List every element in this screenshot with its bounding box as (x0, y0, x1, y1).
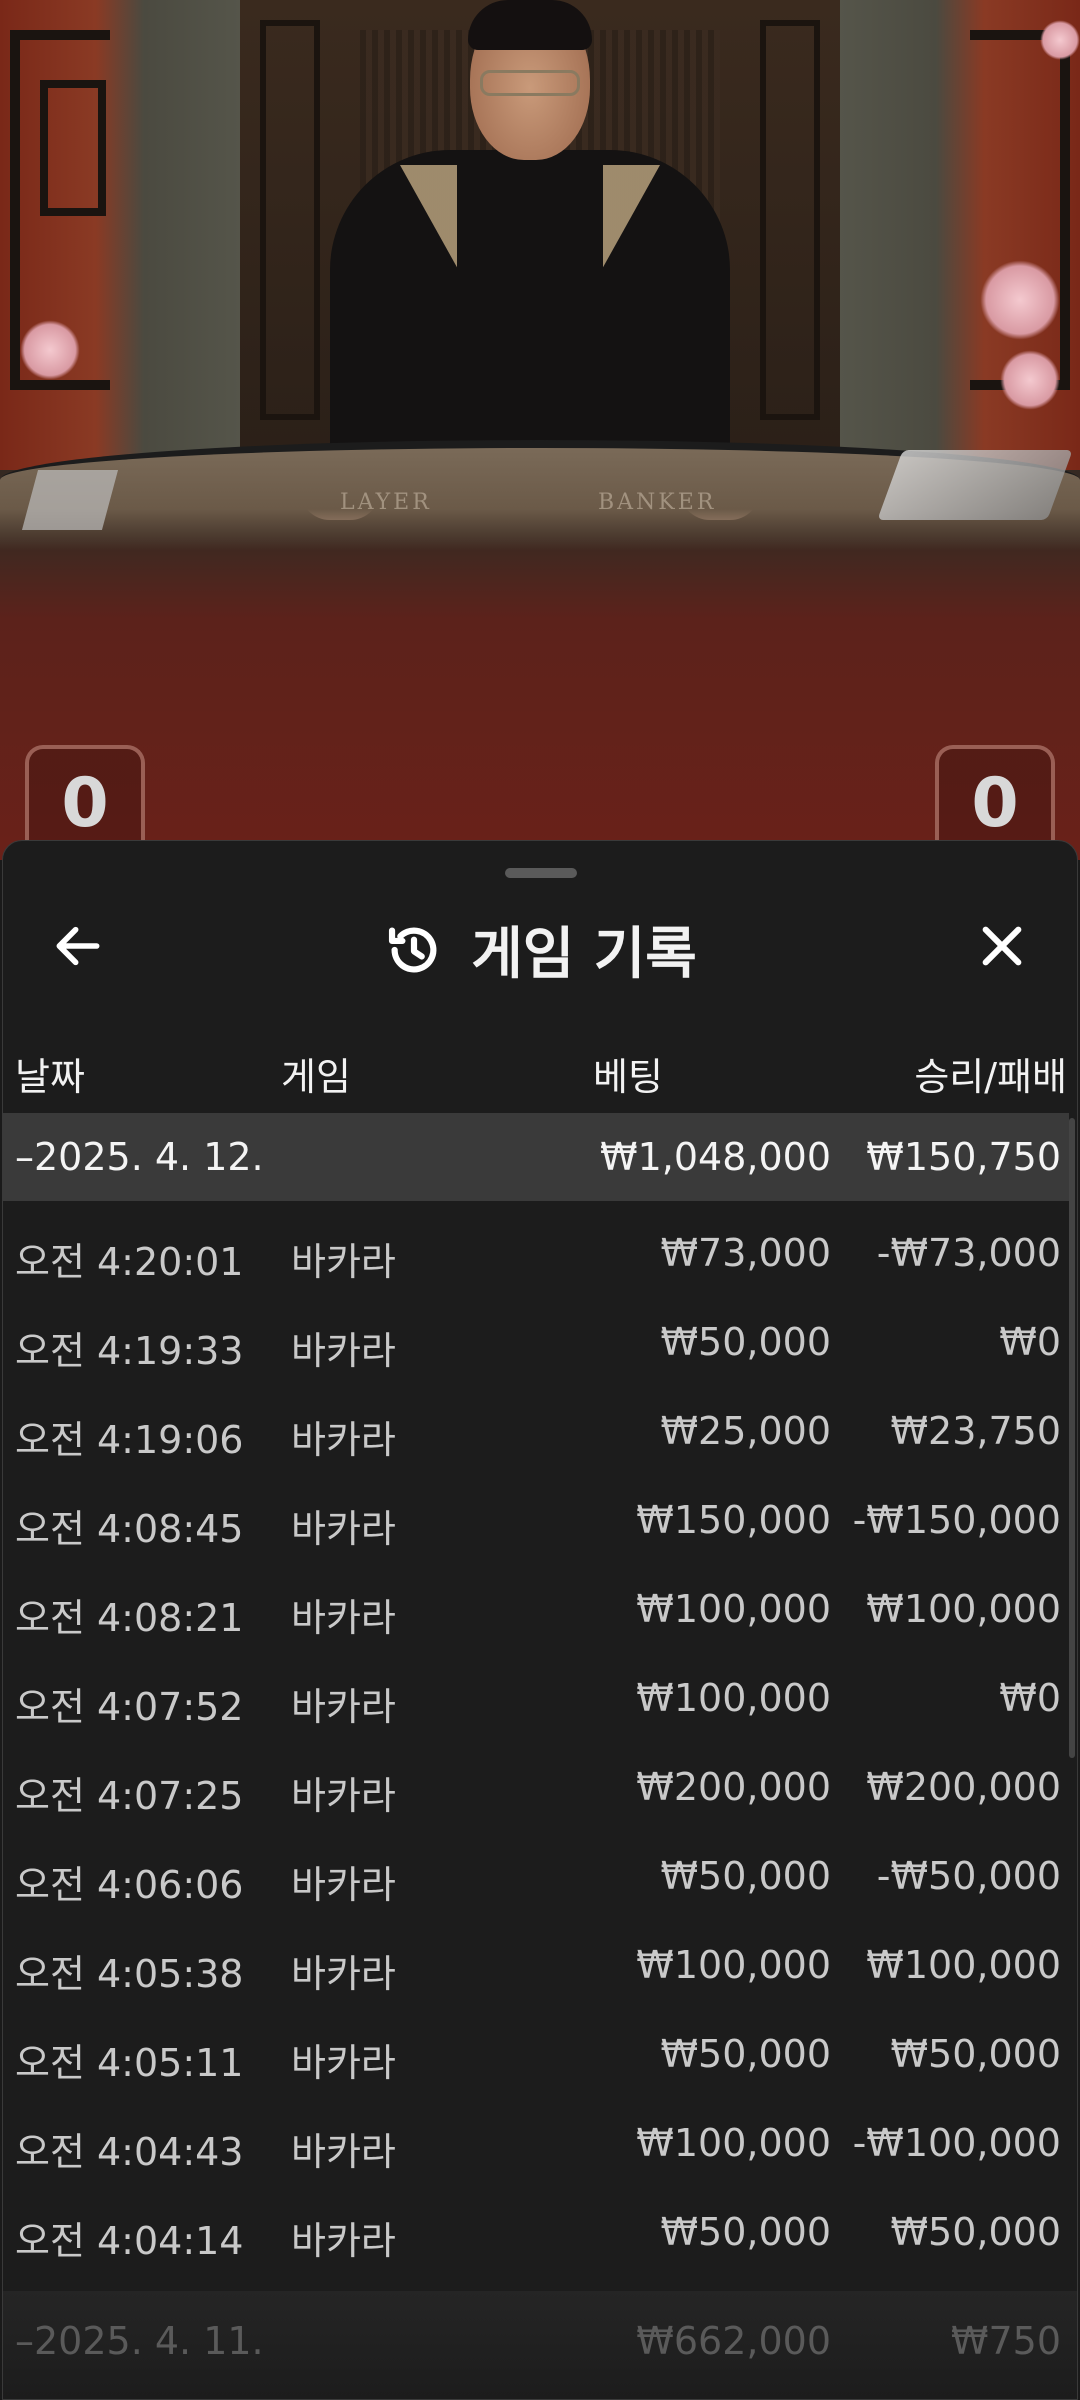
day-total-bet: ₩1,048,000 (600, 1135, 831, 1179)
history-row[interactable]: 오전 4:07:25 바카라 ₩200,000 ₩200,000 (3, 1743, 1069, 1832)
history-icon (389, 927, 437, 972)
history-list: –2025. 4. 12. ₩1,048,000 ₩150,750 오전 4:2… (3, 1113, 1069, 2277)
drag-handle[interactable] (505, 868, 577, 878)
row-time: 오전 4:04:43 (15, 2130, 244, 2174)
row-time: 오전 4:20:01 (15, 1240, 244, 1284)
card-shoe (877, 450, 1073, 520)
row-time: 오전 4:08:45 (15, 1507, 244, 1551)
row-game: 바카라 (291, 1329, 396, 1373)
day-summary-row[interactable]: –2025. 4. 12. ₩1,048,000 ₩150,750 (3, 1113, 1069, 1201)
history-row[interactable]: 오전 4:05:38 바카라 ₩100,000 ₩100,000 (3, 1921, 1069, 2010)
row-game: 바카라 (291, 1685, 396, 1729)
day-total-bet: ₩662,000 (636, 2319, 831, 2363)
wall-left (0, 0, 240, 470)
column-header-win-loss: 승리/패배 (914, 1055, 1067, 1099)
row-bet: ₩100,000 (636, 1676, 831, 1720)
history-row[interactable]: 오전 4:20:01 바카라 ₩73,000 -₩73,000 (3, 1209, 1069, 1298)
row-win-loss: ₩100,000 (866, 1943, 1061, 1987)
column-header-game: 게임 (281, 1055, 351, 1099)
row-time: 오전 4:07:25 (15, 1774, 244, 1818)
row-bet: ₩50,000 (660, 2032, 831, 2076)
row-time: 오전 4:05:11 (15, 2041, 244, 2085)
row-game: 바카라 (291, 1240, 396, 1284)
row-bet: ₩50,000 (660, 2210, 831, 2254)
row-game: 바카라 (291, 1863, 396, 1907)
game-history-sheet: 게임 기록 날짜 게임 베팅 승리/패배 –2025. 4. 12. ₩1,04… (2, 840, 1078, 2400)
sheet-title-group: 게임 기록 (3, 909, 1077, 990)
sheet-title: 게임 기록 (471, 922, 697, 987)
row-win-loss: ₩200,000 (866, 1765, 1061, 1809)
row-bet: ₩50,000 (660, 1320, 831, 1364)
row-bet: ₩73,000 (660, 1231, 831, 1275)
history-row[interactable]: 오전 4:08:21 바카라 ₩100,000 ₩100,000 (3, 1565, 1069, 1654)
row-time: 오전 4:06:06 (15, 1863, 244, 1907)
player-score: 0 (25, 745, 145, 855)
close-icon (982, 926, 1022, 966)
row-time: 오전 4:19:06 (15, 1418, 244, 1462)
history-row[interactable]: 오전 4:04:43 바카라 ₩100,000 -₩100,000 (3, 2099, 1069, 2188)
day-total-win-loss: ₩150,750 (866, 1135, 1061, 1179)
row-win-loss: -₩73,000 (876, 1231, 1061, 1275)
table-label-player: LAYER (340, 490, 432, 515)
row-bet: ₩100,000 (636, 1587, 831, 1631)
banker-score: 0 (935, 745, 1055, 855)
row-game: 바카라 (291, 1507, 396, 1551)
day-total-win-loss: ₩750 (950, 2319, 1061, 2363)
table-header: 날짜 게임 베팅 승리/패배 (3, 1046, 1077, 1106)
row-win-loss: ₩50,000 (890, 2032, 1061, 2076)
day-date: –2025. 4. 12. (15, 1135, 264, 1179)
history-row[interactable]: 오전 4:06:06 바카라 ₩50,000 -₩50,000 (3, 1832, 1069, 1921)
history-row[interactable]: 오전 4:19:06 바카라 ₩25,000 ₩23,750 (3, 1387, 1069, 1476)
live-dealer-video: LAYER BANKER 0 0 (0, 0, 1080, 860)
row-time: 오전 4:08:21 (15, 1596, 244, 1640)
day-summary-row-next[interactable]: –2025. 4. 11. ₩662,000 ₩750 (3, 2291, 1077, 2399)
row-win-loss: ₩50,000 (890, 2210, 1061, 2254)
row-bet: ₩100,000 (636, 1943, 831, 1987)
table-label-banker: BANKER (598, 490, 717, 515)
history-row[interactable]: 오전 4:08:45 바카라 ₩150,000 -₩150,000 (3, 1476, 1069, 1565)
history-row[interactable]: 오전 4:07:52 바카라 ₩100,000 ₩0 (3, 1654, 1069, 1743)
row-bet: ₩100,000 (636, 2121, 831, 2165)
row-bet: ₩25,000 (660, 1409, 831, 1453)
row-win-loss: ₩100,000 (866, 1587, 1061, 1631)
row-game: 바카라 (291, 2041, 396, 2085)
history-row[interactable]: 오전 4:05:11 바카라 ₩50,000 ₩50,000 (3, 2010, 1069, 2099)
row-win-loss: -₩150,000 (852, 1498, 1061, 1542)
sheet-header: 게임 기록 (3, 891, 1077, 1001)
history-row[interactable]: 오전 4:04:14 바카라 ₩50,000 ₩50,000 (3, 2188, 1069, 2277)
column-header-bet: 베팅 (593, 1055, 663, 1099)
row-bet: ₩150,000 (636, 1498, 831, 1542)
row-win-loss: -₩50,000 (876, 1854, 1061, 1898)
row-game: 바카라 (291, 1952, 396, 1996)
row-game: 바카라 (291, 1774, 396, 1818)
row-win-loss: ₩0 (999, 1676, 1061, 1720)
row-win-loss: ₩23,750 (890, 1409, 1061, 1453)
row-time: 오전 4:19:33 (15, 1329, 244, 1373)
row-time: 오전 4:05:38 (15, 1952, 244, 1996)
row-bet: ₩50,000 (660, 1854, 831, 1898)
row-game: 바카라 (291, 1418, 396, 1462)
row-bet: ₩200,000 (636, 1765, 831, 1809)
row-time: 오전 4:07:52 (15, 1685, 244, 1729)
row-game: 바카라 (291, 2219, 396, 2263)
row-time: 오전 4:04:14 (15, 2219, 244, 2263)
column-header-date: 날짜 (15, 1055, 85, 1099)
row-win-loss: ₩0 (999, 1320, 1061, 1364)
close-button[interactable] (967, 911, 1037, 981)
row-game: 바카라 (291, 2130, 396, 2174)
history-row[interactable]: 오전 4:19:33 바카라 ₩50,000 ₩0 (3, 1298, 1069, 1387)
day-date: –2025. 4. 11. (15, 2319, 264, 2363)
discard-tray (21, 470, 119, 530)
row-win-loss: -₩100,000 (852, 2121, 1061, 2165)
row-game: 바카라 (291, 1596, 396, 1640)
scrollbar[interactable] (1069, 1118, 1075, 1758)
